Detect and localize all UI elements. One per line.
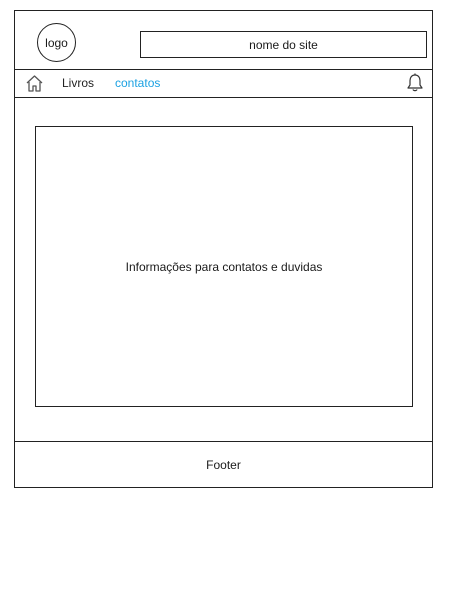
nav-link-contatos[interactable]: contatos <box>115 76 160 90</box>
footer: Footer <box>15 441 432 488</box>
nav-link-livros[interactable]: Livros <box>62 76 94 90</box>
footer-label: Footer <box>206 458 241 472</box>
navbar: Livros contatos <box>15 69 432 98</box>
logo[interactable]: logo <box>37 23 76 62</box>
page-frame: logo nome do site Livros contatos Inform… <box>14 10 433 488</box>
content-text: Informações para contatos e duvidas <box>125 259 323 274</box>
bell-icon[interactable] <box>406 73 424 93</box>
site-name: nome do site <box>249 37 318 52</box>
header: logo nome do site <box>15 11 432 70</box>
home-icon[interactable] <box>25 74 44 93</box>
logo-text: logo <box>45 35 68 50</box>
content-box: Informações para contatos e duvidas <box>35 126 413 407</box>
site-name-box: nome do site <box>140 31 427 58</box>
